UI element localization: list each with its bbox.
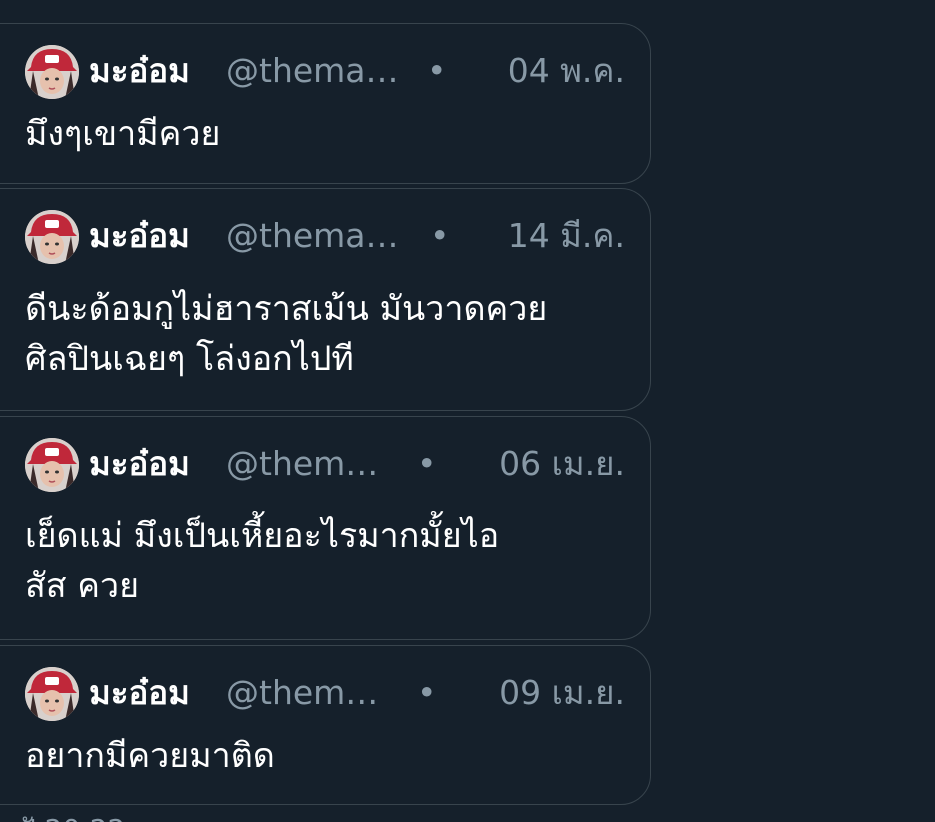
- tweet-text: มึงๆเขามีควย: [25, 109, 220, 159]
- tweet-text-line: มึงๆเขามีควย: [25, 114, 221, 154]
- tweet-feed: มะอ๋อม @thema… • 04 พ.ค. มึงๆเขามีควย มะ…: [0, 0, 935, 822]
- tweet-date[interactable]: 14 มี.ค.: [508, 215, 625, 257]
- separator-dot: •: [417, 444, 437, 483]
- tweet-text: อยากมีควยมาติด: [25, 731, 275, 781]
- user-handle[interactable]: @thema…: [226, 50, 399, 92]
- tweet-text-line: ศิลปินเฉยๆ โล่งอกไปที: [25, 339, 354, 379]
- tweet-header: มะอ๋อม @them… • 06 เม.ย.: [25, 437, 625, 493]
- user-handle[interactable]: @them…: [226, 443, 378, 485]
- tweet-header: มะอ๋อม @thema… • 04 พ.ค.: [25, 44, 625, 100]
- tweet-text: ดีนะด้อมกูไม่ฮาราสเม้น มันวาดควย ศิลปินเ…: [25, 284, 547, 384]
- avatar[interactable]: [25, 45, 79, 99]
- display-name[interactable]: มะอ๋อม: [89, 50, 190, 92]
- tweet-text-line: เย็ดแม่ มึงเป็นเหี้ยอะไรมากมั้ยไอ: [25, 516, 500, 556]
- tweet-text-line: สัส ควย: [25, 566, 140, 606]
- tweet-date[interactable]: 06 เม.ย.: [499, 443, 625, 485]
- tweet-card[interactable]: มะอ๋อม @thema… • 14 มี.ค. ดีนะด้อมกูไม่ฮ…: [0, 188, 651, 411]
- tweet-text-line: ดีนะด้อมกูไม่ฮาราสเม้น มันวาดควย: [25, 289, 548, 329]
- display-name[interactable]: มะอ๋อม: [89, 443, 190, 485]
- tweet-header: มะอ๋อม @them… • 09 เม.ย.: [25, 666, 625, 722]
- tweet-text: เย็ดแม่ มึงเป็นเหี้ยอะไรมากมั้ยไอ สัส คว…: [25, 511, 499, 611]
- tweet-card[interactable]: มะอ๋อม @them… • 09 เม.ย. อยากมีควยมาติด: [0, 645, 651, 805]
- avatar[interactable]: [25, 438, 79, 492]
- partial-timestamp: ปั 20:22: [18, 808, 125, 822]
- tweet-date[interactable]: 04 พ.ค.: [508, 50, 625, 92]
- user-handle[interactable]: @them…: [226, 672, 378, 714]
- tweet-card[interactable]: มะอ๋อม @thema… • 04 พ.ค. มึงๆเขามีควย: [0, 23, 651, 184]
- separator-dot: •: [427, 51, 447, 90]
- tweet-header: มะอ๋อม @thema… • 14 มี.ค.: [25, 209, 625, 265]
- tweet-date[interactable]: 09 เม.ย.: [499, 672, 625, 714]
- separator-dot: •: [430, 216, 450, 255]
- display-name[interactable]: มะอ๋อม: [89, 672, 190, 714]
- avatar[interactable]: [25, 210, 79, 264]
- display-name[interactable]: มะอ๋อม: [89, 215, 190, 257]
- avatar[interactable]: [25, 667, 79, 721]
- user-handle[interactable]: @thema…: [226, 215, 399, 257]
- separator-dot: •: [417, 673, 437, 712]
- tweet-card[interactable]: มะอ๋อม @them… • 06 เม.ย. เย็ดแม่ มึงเป็น…: [0, 416, 651, 640]
- tweet-text-line: อยากมีควยมาติด: [25, 736, 275, 776]
